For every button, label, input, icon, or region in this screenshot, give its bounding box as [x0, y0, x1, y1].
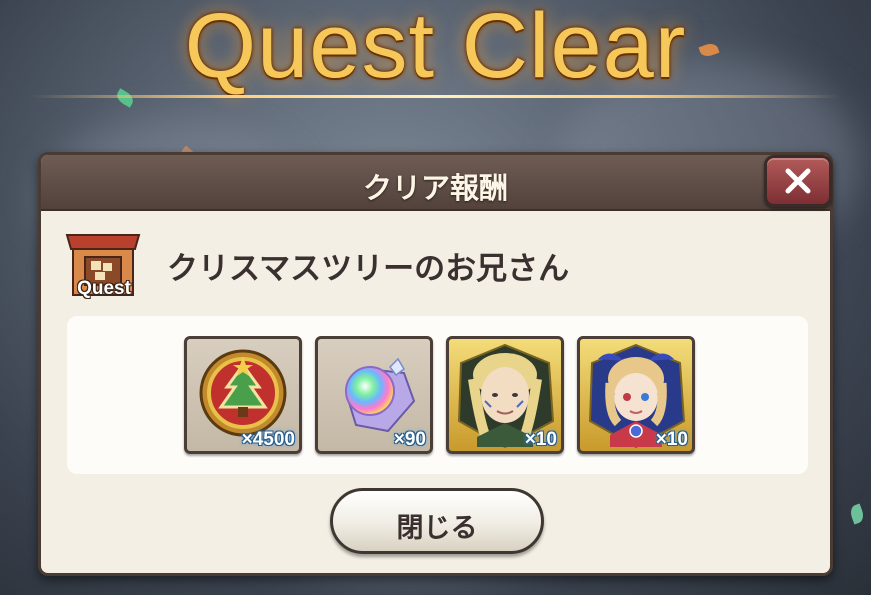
reward-count: ×10	[524, 429, 557, 450]
quest-name: クリスマスツリーのお兄さん	[167, 251, 570, 287]
reward-item[interactable]: ×90	[315, 336, 433, 454]
reward-item[interactable]: ×10	[577, 336, 695, 454]
close-button[interactable]: 閉じる	[330, 488, 544, 554]
reward-item[interactable]: ×10	[446, 336, 564, 454]
dialog-title: クリア報酬	[362, 171, 508, 205]
reward-count: ×10	[655, 429, 688, 450]
reward-panel: ×4500 ×90 ×10 ×10	[67, 316, 808, 474]
reward-count: ×90	[393, 429, 426, 450]
close-icon	[785, 168, 811, 194]
close-button-label: 閉じる	[396, 513, 478, 544]
reward-count: ×4500	[241, 429, 295, 450]
reward-dialog: クリア報酬 Quest クリスマスツリーのお兄さん ×4500 ×90 ×10 …	[38, 152, 833, 576]
close-x-button[interactable]	[764, 155, 832, 207]
title-underline	[30, 95, 840, 98]
quest-clear-banner: Quest Clear	[0, 0, 871, 110]
quest-icon-label: Quest	[77, 278, 131, 299]
dialog-header: クリア報酬	[41, 155, 830, 211]
reward-item[interactable]: ×4500	[184, 336, 302, 454]
falling-leaf	[848, 503, 866, 525]
quest-clear-title: Quest Clear	[184, 0, 687, 97]
